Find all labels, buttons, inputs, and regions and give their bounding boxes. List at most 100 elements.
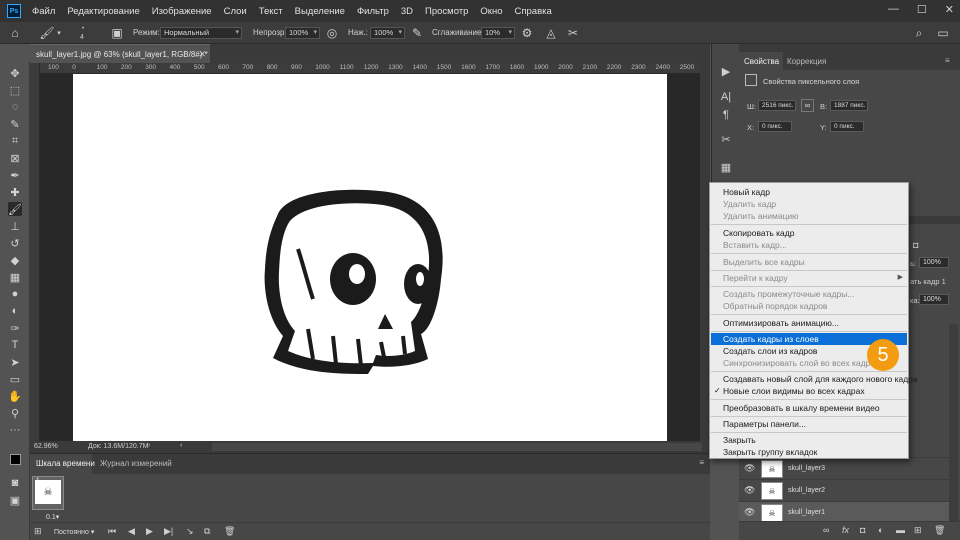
- pressure-opacity-icon[interactable]: ◎: [325, 26, 339, 40]
- menu-3d[interactable]: 3D: [395, 6, 419, 17]
- move-tool-icon[interactable]: ✥: [8, 66, 22, 80]
- history-brush-tool-icon[interactable]: ↺: [8, 236, 22, 250]
- first-frame-icon[interactable]: ⏮: [108, 526, 116, 537]
- width-field[interactable]: 2516 пикс.: [758, 100, 796, 111]
- opacity-field[interactable]: 100%: [919, 257, 949, 268]
- dodge-tool-icon[interactable]: ◐: [8, 304, 22, 318]
- rectangle-tool-icon[interactable]: ▭: [8, 372, 22, 386]
- document-size[interactable]: Док: 13.6M/120.7M: [88, 443, 148, 450]
- convert-timeline-icon[interactable]: ⊞: [34, 526, 42, 537]
- mode-select[interactable]: Нормальный ▾: [160, 27, 242, 39]
- quick-mask-icon[interactable]: ◙: [8, 476, 22, 490]
- brush-preset-icon[interactable]: •: [78, 25, 88, 33]
- panel-menu-icon[interactable]: ≡: [945, 56, 950, 65]
- menu-item-select-all-frames[interactable]: Выделить все кадры: [711, 256, 907, 268]
- brush-tool-icon[interactable]: 🖌: [39, 26, 54, 40]
- scroll-left-icon[interactable]: ‹: [180, 442, 182, 449]
- menu-filter[interactable]: Фильтр: [351, 6, 395, 17]
- character-panel-icon[interactable]: A|: [719, 90, 733, 104]
- menu-item-paste-frame[interactable]: Вставить кадр...: [711, 239, 907, 251]
- horizontal-scrollbar[interactable]: [212, 443, 702, 451]
- frame-delay[interactable]: 0.1▾: [46, 513, 59, 521]
- zoom-tool-icon[interactable]: ⚲: [8, 406, 22, 420]
- gear-icon[interactable]: ⚙: [520, 26, 534, 40]
- eyedropper-tool-icon[interactable]: ✒: [8, 168, 22, 182]
- adjustment-layer-icon[interactable]: ◐: [878, 525, 883, 535]
- brush-size[interactable]: 4: [80, 34, 84, 41]
- brush-tool-icon[interactable]: 🖌: [8, 202, 22, 216]
- filter-toggle-icon[interactable]: ◘: [913, 240, 918, 250]
- x-field[interactable]: 0 пикс.: [758, 121, 792, 132]
- minimize-icon[interactable]: —: [888, 3, 899, 16]
- panel-menu-icon[interactable]: ≡: [699, 458, 704, 467]
- path-select-tool-icon[interactable]: ➤: [8, 355, 22, 369]
- brush-settings-icon[interactable]: ▣: [110, 26, 124, 40]
- maximize-icon[interactable]: ☐: [917, 3, 927, 16]
- zoom-level[interactable]: 62.96%: [34, 443, 58, 450]
- close-icon[interactable]: ✕: [945, 3, 954, 16]
- link-layers-icon[interactable]: ∞: [823, 525, 829, 535]
- animation-frame[interactable]: 1 ☠: [32, 476, 64, 510]
- menu-item-new-frame[interactable]: Новый кадр: [711, 186, 907, 198]
- workspace-icon[interactable]: ▭: [936, 26, 950, 40]
- menu-view[interactable]: Просмотр: [419, 6, 474, 17]
- menu-item-reverse-frames[interactable]: Обратный порядок кадров: [711, 300, 907, 312]
- menu-item-convert-to-video-timeline[interactable]: Преобразовать в шкалу времени видео: [711, 402, 907, 414]
- menu-type[interactable]: Текст: [253, 6, 289, 17]
- airbrush-icon[interactable]: ✎: [410, 26, 424, 40]
- type-tool-icon[interactable]: T: [8, 338, 22, 352]
- home-icon[interactable]: ⌂: [8, 26, 22, 40]
- stamp-tool-icon[interactable]: ⊥: [8, 219, 22, 233]
- menu-item-create-new-layer-each-frame[interactable]: Создавать новый слой для каждого нового …: [711, 373, 918, 385]
- menu-help[interactable]: Справка: [509, 6, 558, 17]
- menu-item-tween[interactable]: Создать промежуточные кадры...: [711, 288, 907, 300]
- eraser-tool-icon[interactable]: ◆: [8, 253, 22, 267]
- menu-edit[interactable]: Редактирование: [61, 6, 145, 17]
- hand-tool-icon[interactable]: ✋: [8, 389, 22, 403]
- height-field[interactable]: 1887 пикс.: [830, 100, 868, 111]
- menu-item-close-tab-group[interactable]: Закрыть группу вкладок: [711, 446, 907, 458]
- more-tools-icon[interactable]: ···: [8, 423, 22, 437]
- layer-row[interactable]: 👁 ☠ skull_layer2: [739, 479, 949, 501]
- document-canvas[interactable]: [73, 74, 667, 441]
- tab-properties[interactable]: Свойства: [744, 57, 779, 66]
- mask-icon[interactable]: ◘: [860, 525, 865, 535]
- pen-tool-icon[interactable]: ✑: [8, 321, 22, 335]
- symmetry-icon[interactable]: ✂: [566, 26, 580, 40]
- play-action-icon[interactable]: ▶: [719, 64, 733, 78]
- eye-icon[interactable]: 👁: [744, 463, 755, 474]
- menu-window[interactable]: Окно: [474, 6, 508, 17]
- y-field[interactable]: 0 пикс.: [830, 121, 864, 132]
- crop-tool-icon[interactable]: ⌗: [8, 134, 22, 148]
- search-icon[interactable]: ⌕: [912, 26, 926, 40]
- chevron-right-icon[interactable]: ›: [148, 442, 150, 449]
- menu-item-panel-options[interactable]: Параметры панели...: [711, 418, 907, 430]
- new-layer-icon[interactable]: ⊞: [914, 525, 922, 536]
- trash-icon[interactable]: 🗑: [934, 525, 945, 536]
- layer-row-selected[interactable]: 👁 ☠ skull_layer1: [739, 501, 949, 523]
- menu-image[interactable]: Изображение: [146, 6, 218, 17]
- loop-option[interactable]: Постоянно ▾: [54, 528, 94, 536]
- layer-row[interactable]: 👁 ☠ skull_layer3: [739, 457, 949, 479]
- foreground-color-swatch[interactable]: [10, 454, 21, 465]
- trash-icon[interactable]: 🗑: [224, 526, 235, 537]
- menu-item-new-layers-visible[interactable]: ✓ Новые слои видимы во всех кадрах: [711, 385, 907, 397]
- tab-timeline[interactable]: Шкала времени: [36, 459, 95, 468]
- menu-item-copy-frame[interactable]: Скопировать кадр: [711, 227, 907, 239]
- lasso-tool-icon[interactable]: ◌: [8, 100, 22, 114]
- screen-mode-icon[interactable]: ▣: [8, 493, 22, 507]
- blur-tool-icon[interactable]: ●: [8, 287, 22, 301]
- chevron-down-icon[interactable]: ▾: [55, 26, 63, 40]
- menu-item-delete-frame[interactable]: Удалить кадр: [711, 198, 907, 210]
- fx-icon[interactable]: fx: [842, 525, 849, 535]
- menu-item-delete-animation[interactable]: Удалить анимацию: [711, 210, 907, 222]
- gradient-tool-icon[interactable]: ▦: [8, 270, 22, 284]
- menu-item-go-to-frame[interactable]: Перейти к кадру ▶: [711, 272, 907, 284]
- pressure-field[interactable]: 100% ▾: [370, 27, 405, 39]
- fill-field[interactable]: 100%: [919, 294, 949, 305]
- menu-item-optimize-animation[interactable]: Оптимизировать анимацию...: [711, 317, 907, 329]
- menu-select[interactable]: Выделение: [289, 6, 351, 17]
- quick-select-tool-icon[interactable]: ✎: [8, 117, 22, 131]
- angle-icon[interactable]: ◬: [544, 26, 558, 40]
- menu-item-close[interactable]: Закрыть: [711, 434, 907, 446]
